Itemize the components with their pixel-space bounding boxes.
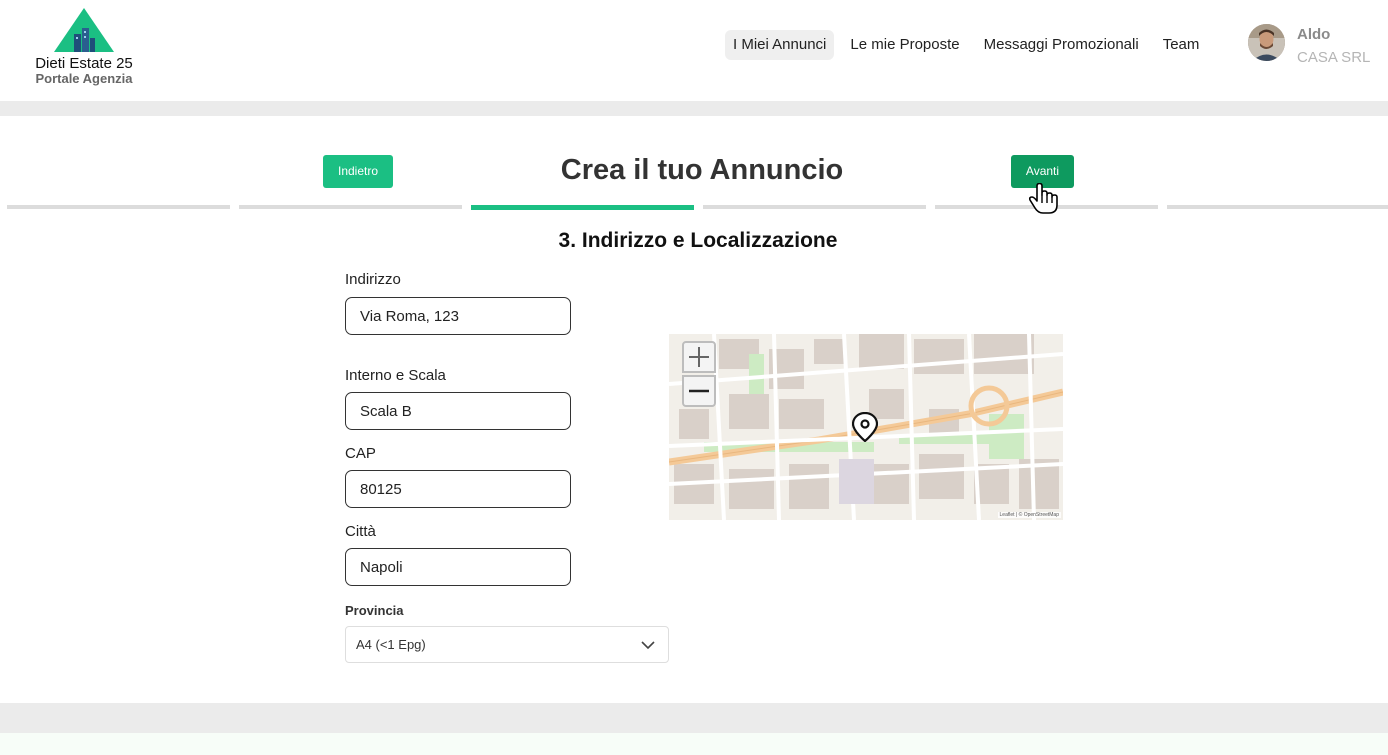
city-input[interactable] — [345, 548, 571, 586]
internal-input[interactable] — [345, 392, 571, 430]
logo[interactable]: Dieti Estate 25 Portale Agenzia — [28, 8, 140, 86]
avatar[interactable] — [1248, 24, 1285, 61]
footer-divider — [0, 703, 1388, 733]
nav-my-listings[interactable]: I Miei Annunci — [725, 30, 835, 60]
user-menu[interactable]: Aldo CASA SRL — [1248, 24, 1383, 66]
step-6-bar — [1167, 205, 1388, 209]
province-value: A4 (<1 Epg) — [356, 637, 426, 652]
zoom-out-button[interactable] — [682, 375, 716, 407]
address-input[interactable] — [345, 297, 571, 335]
cap-input[interactable] — [345, 470, 571, 508]
location-map[interactable]: Leaflet | © OpenStreetMap — [669, 334, 1063, 520]
plus-icon — [689, 347, 709, 367]
step-progress — [0, 205, 1388, 210]
province-select[interactable]: A4 (<1 Epg) — [345, 626, 669, 663]
user-company: CASA SRL — [1297, 49, 1371, 66]
hand-cursor-icon — [1028, 182, 1062, 220]
step-3-bar — [471, 205, 694, 210]
brand-subtitle: Portale Agenzia — [35, 71, 133, 86]
footer — [0, 733, 1388, 755]
brand-name: Dieti Estate 25 — [35, 55, 133, 72]
page-title: Crea il tuo Annuncio — [560, 154, 844, 186]
location-pin-icon[interactable] — [851, 411, 879, 447]
user-name: Aldo — [1297, 26, 1331, 43]
logo-icon — [54, 8, 114, 52]
back-button[interactable]: Indietro — [323, 155, 393, 188]
cap-label: CAP — [345, 445, 376, 462]
header: Dieti Estate 25 Portale Agenzia I Miei A… — [0, 0, 1388, 101]
main-nav: I Miei Annunci Le mie Proposte Messaggi … — [725, 30, 1207, 60]
nav-my-proposals[interactable]: Le mie Proposte — [842, 30, 967, 60]
zoom-in-button[interactable] — [682, 341, 716, 373]
province-label: Provincia — [345, 603, 404, 618]
nav-promo-messages[interactable]: Messaggi Promozionali — [976, 30, 1147, 60]
minus-icon — [689, 389, 709, 393]
city-label: Città — [345, 523, 376, 540]
map-attribution[interactable]: Leaflet | © OpenStreetMap — [997, 512, 1061, 518]
step-4-bar — [703, 205, 926, 209]
header-divider — [0, 101, 1388, 116]
step-2-bar — [239, 205, 462, 209]
chevron-down-icon — [640, 637, 656, 658]
step-1-bar — [7, 205, 230, 209]
nav-team[interactable]: Team — [1155, 30, 1208, 60]
internal-label: Interno e Scala — [345, 367, 446, 384]
address-label: Indirizzo — [345, 271, 401, 288]
section-title: 3. Indirizzo e Localizzazione — [558, 229, 838, 252]
